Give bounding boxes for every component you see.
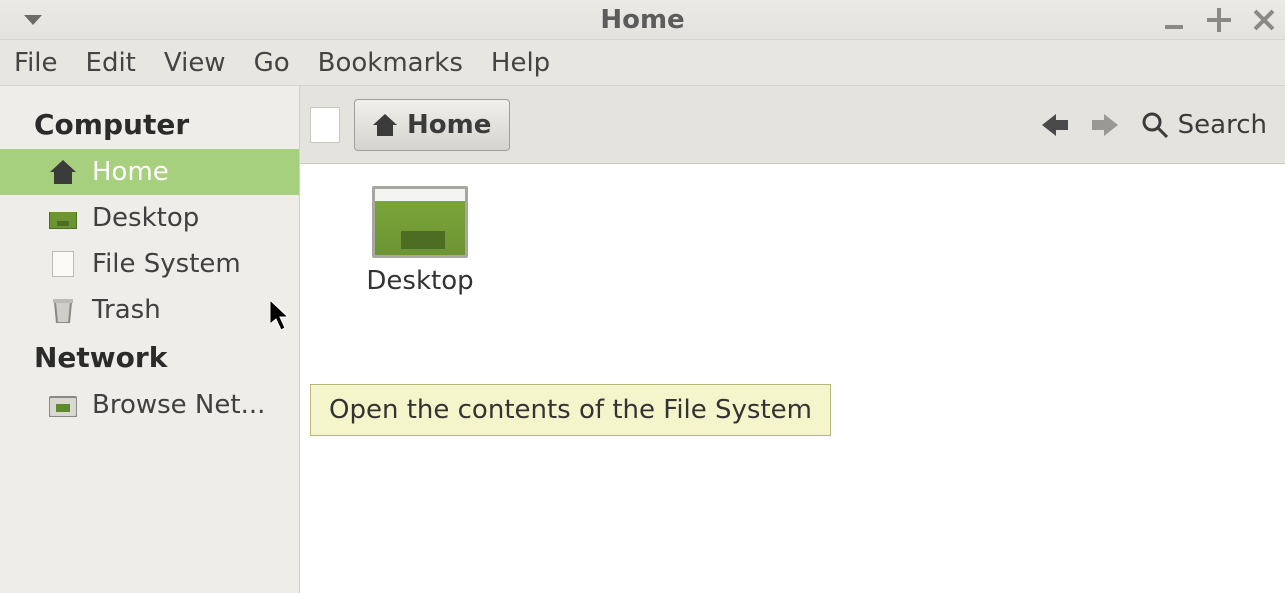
sidebar-item-label: Browse Net... xyxy=(92,390,265,420)
maximize-icon xyxy=(1207,8,1231,32)
file-item-desktop[interactable]: Desktop xyxy=(340,186,500,296)
sidebar-item-file-system[interactable]: File System xyxy=(0,241,299,287)
sidebar-item-label: Trash xyxy=(92,295,161,325)
menu-file[interactable]: File xyxy=(14,48,58,78)
menu-edit[interactable]: Edit xyxy=(86,48,136,78)
search-icon xyxy=(1142,112,1168,138)
sidebar-item-browse-network[interactable]: Browse Net... xyxy=(0,382,299,428)
sidebar-item-trash[interactable]: Trash xyxy=(0,287,299,333)
sidebar-item-label: Desktop xyxy=(92,203,199,233)
desktop-folder-icon xyxy=(372,186,468,258)
breadcrumb-home-button[interactable]: Home xyxy=(354,99,510,151)
chevron-down-icon xyxy=(24,15,42,25)
menu-help[interactable]: Help xyxy=(491,48,550,78)
network-icon xyxy=(48,392,78,418)
breadcrumb-label: Home xyxy=(407,110,491,140)
menu-view[interactable]: View xyxy=(164,48,226,78)
trash-icon xyxy=(48,297,78,323)
search-button[interactable]: Search xyxy=(1142,110,1267,140)
maximize-button[interactable] xyxy=(1207,8,1231,32)
back-button[interactable] xyxy=(1042,114,1068,136)
menu-bar: File Edit View Go Bookmarks Help xyxy=(0,40,1285,86)
arrow-right-icon xyxy=(1092,114,1118,136)
close-button[interactable] xyxy=(1253,9,1275,31)
sidebar-heading-computer: Computer xyxy=(0,100,299,149)
home-icon xyxy=(48,159,78,185)
title-bar: Home xyxy=(0,0,1285,40)
menu-go[interactable]: Go xyxy=(254,48,290,78)
document-icon xyxy=(48,251,78,277)
file-item-label: Desktop xyxy=(366,266,473,296)
sidebar: Computer Home Desktop File System Trash xyxy=(0,86,300,593)
sidebar-heading-network: Network xyxy=(0,333,299,382)
sidebar-item-label: File System xyxy=(92,249,241,279)
tooltip: Open the contents of the File System xyxy=(310,384,831,436)
desktop-icon xyxy=(48,205,78,231)
search-label: Search xyxy=(1178,110,1267,140)
minimize-button[interactable] xyxy=(1163,9,1185,31)
sidebar-item-home[interactable]: Home xyxy=(0,149,299,195)
arrow-left-icon xyxy=(1042,114,1068,136)
file-view[interactable]: Desktop Open the contents of the File Sy… xyxy=(300,164,1285,593)
window-title: Home xyxy=(600,5,684,35)
sidebar-item-label: Home xyxy=(92,157,169,187)
sidebar-item-desktop[interactable]: Desktop xyxy=(0,195,299,241)
close-icon xyxy=(1253,9,1275,31)
minimize-icon xyxy=(1163,9,1185,31)
home-icon xyxy=(373,114,397,136)
menu-bookmarks[interactable]: Bookmarks xyxy=(318,48,463,78)
titlebar-menu-button[interactable] xyxy=(18,5,48,35)
path-doc-icon xyxy=(310,107,340,143)
main-pane: Home Search Desktop Open the cont xyxy=(300,86,1285,593)
forward-button[interactable] xyxy=(1092,114,1118,136)
location-toolbar: Home Search xyxy=(300,86,1285,164)
